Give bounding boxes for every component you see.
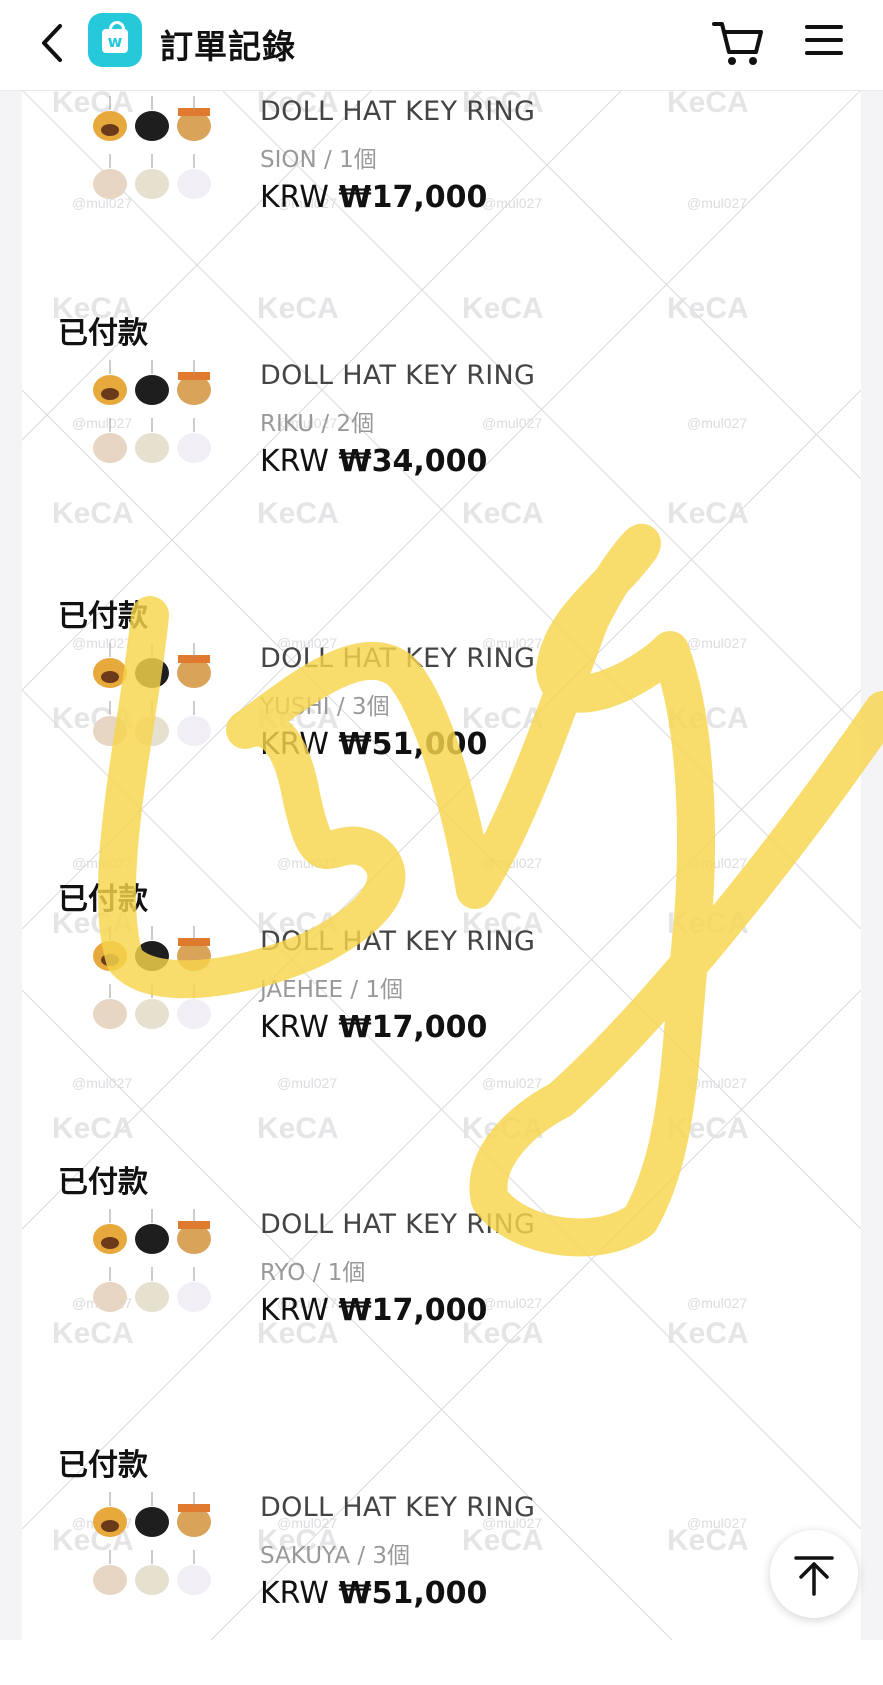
product-name: DOLL HAT KEY RING	[260, 360, 536, 391]
product-option: RYO / 1個	[260, 1260, 366, 1286]
product-name: DOLL HAT KEY RING	[260, 1209, 536, 1240]
price-currency: KRW	[260, 727, 329, 762]
order-item[interactable]: 已付款 DOLL HAT KEY RING YUSHI / 3個 KRW ₩51…	[22, 591, 861, 874]
price-amount: ₩17,000	[338, 180, 488, 215]
price-currency: KRW	[260, 180, 329, 215]
product-option: JAEHEE / 1個	[260, 977, 404, 1003]
product-option: SAKUYA / 3個	[260, 1543, 411, 1569]
order-item[interactable]: 已付款 DOLL HAT KEY RING RYO / 1個 KRW ₩17,0…	[22, 1157, 861, 1440]
product-name: DOLL HAT KEY RING	[260, 1492, 536, 1523]
top-header: w 訂單記錄	[0, 0, 883, 91]
price-amount: ₩17,000	[338, 1010, 488, 1045]
order-item[interactable]: DOLL HAT KEY RING SION / 1個 KRW ₩17,000	[22, 90, 861, 327]
menu-icon[interactable]	[800, 18, 848, 66]
order-status: 已付款	[58, 316, 148, 351]
scroll-to-top-button[interactable]	[770, 1530, 858, 1618]
product-thumbnail	[93, 1209, 211, 1312]
price-amount: ₩17,000	[338, 1293, 488, 1328]
product-option: RIKU / 2個	[260, 411, 375, 437]
product-option: YUSHI / 3個	[260, 694, 390, 720]
order-item[interactable]: 已付款 DOLL HAT KEY RING RIKU / 2個 KRW ₩34,…	[22, 308, 861, 591]
product-price: KRW ₩51,000	[260, 1576, 487, 1611]
price-currency: KRW	[260, 444, 329, 479]
order-item[interactable]: 已付款 DOLL HAT KEY RING SAKUYA / 3個 KRW ₩5…	[22, 1440, 861, 1640]
product-price: KRW ₩17,000	[260, 180, 487, 215]
product-price: KRW ₩17,000	[260, 1010, 487, 1045]
price-currency: KRW	[260, 1576, 329, 1611]
order-status: 已付款	[58, 1448, 148, 1483]
product-name: DOLL HAT KEY RING	[260, 926, 536, 957]
price-amount: ₩51,000	[338, 1576, 488, 1611]
back-icon[interactable]	[30, 18, 80, 68]
product-price: KRW ₩51,000	[260, 727, 487, 762]
price-currency: KRW	[260, 1010, 329, 1045]
order-status: 已付款	[58, 1165, 148, 1200]
product-thumbnail	[93, 360, 211, 463]
order-status: 已付款	[58, 882, 148, 917]
order-item[interactable]: 已付款 DOLL HAT KEY RING JAEHEE / 1個 KRW ₩1…	[22, 874, 861, 1157]
price-currency: KRW	[260, 1293, 329, 1328]
product-name: DOLL HAT KEY RING	[260, 643, 536, 674]
product-thumbnail	[93, 926, 211, 1029]
shop-logo[interactable]: w	[88, 13, 142, 67]
product-name: DOLL HAT KEY RING	[260, 96, 536, 127]
product-price: KRW ₩34,000	[260, 444, 487, 479]
price-amount: ₩51,000	[338, 727, 488, 762]
page-title: 訂單記錄	[160, 27, 296, 66]
arrow-up-icon	[794, 1556, 834, 1596]
product-thumbnail	[93, 643, 211, 746]
product-option: SION / 1個	[260, 147, 377, 173]
product-thumbnail	[93, 1492, 211, 1595]
price-amount: ₩34,000	[338, 444, 488, 479]
order-status: 已付款	[58, 599, 148, 634]
bottom-strip	[0, 1640, 883, 1685]
cart-icon[interactable]	[710, 14, 766, 70]
order-list: KeCA KeCA KeCA KeCA KeCA KeCA KeCA KeCA KeCA Ke…	[22, 90, 861, 1640]
product-price: KRW ₩17,000	[260, 1293, 487, 1328]
shop-bag-icon: w	[102, 21, 128, 53]
product-thumbnail	[93, 96, 211, 199]
